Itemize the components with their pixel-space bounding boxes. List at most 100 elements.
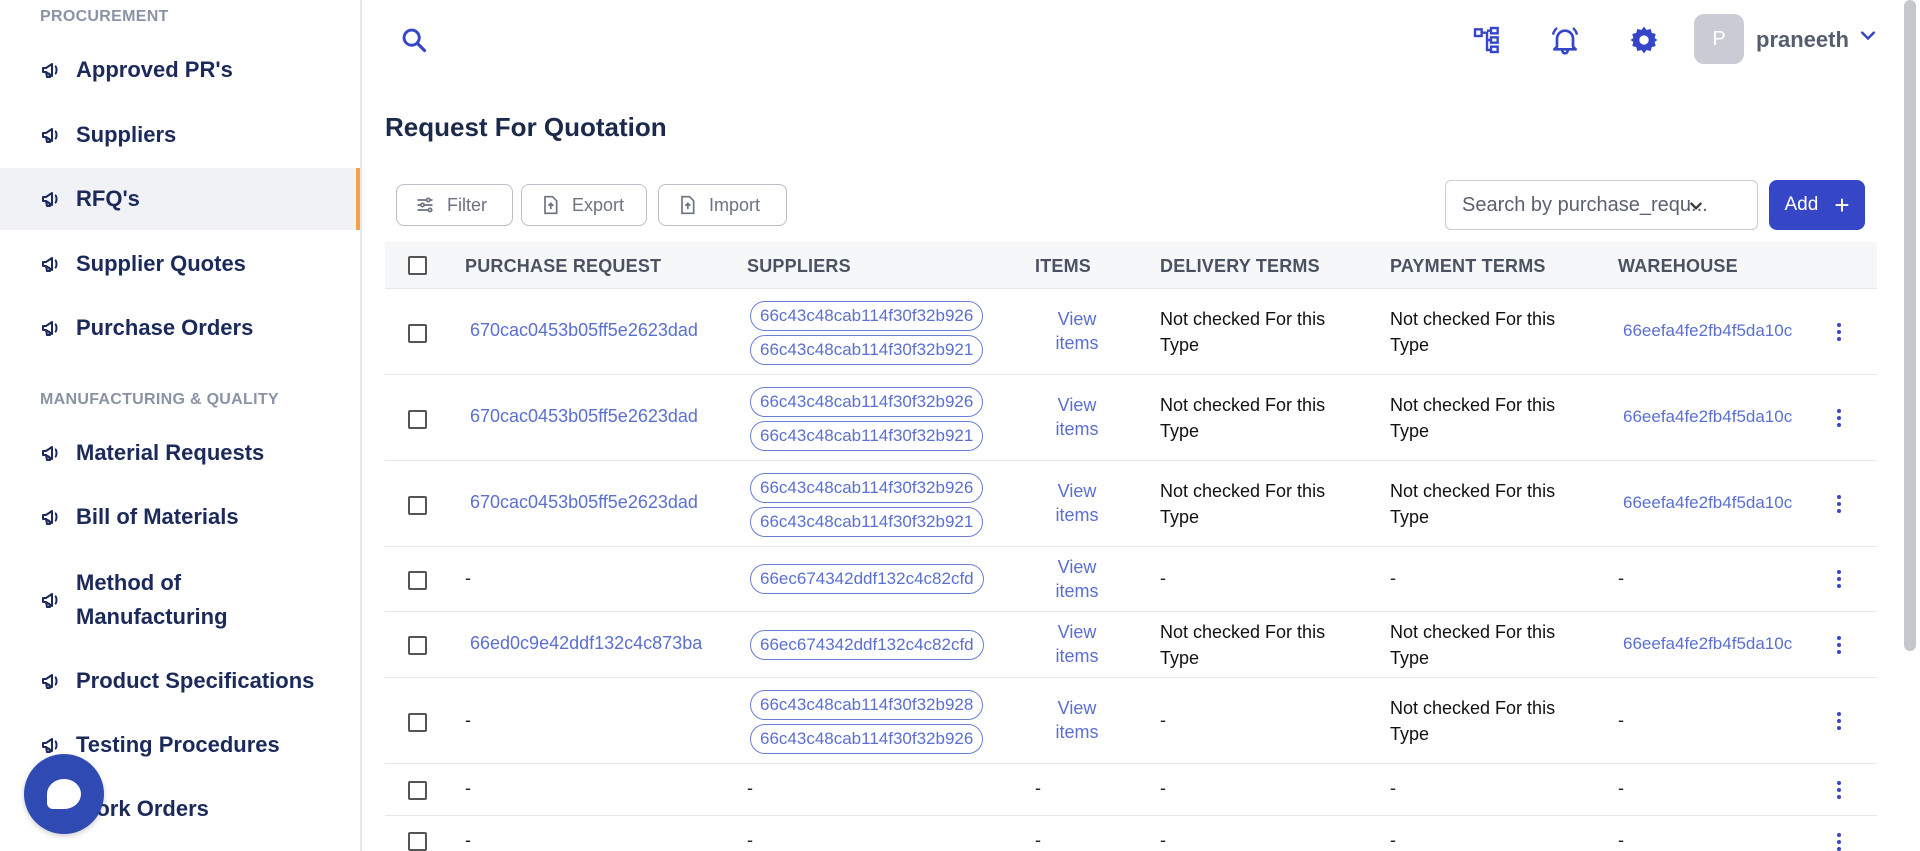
- sidebar-item-label: Supplier Quotes: [76, 251, 246, 276]
- import-label: Import: [709, 194, 761, 215]
- payment-terms: Not checked For this Type: [1390, 309, 1556, 355]
- page-title: Request For Quotation: [385, 112, 667, 142]
- kebab-icon[interactable]: [1829, 780, 1849, 800]
- payment-terms: Not checked For this Type: [1390, 481, 1556, 527]
- table-row[interactable]: 670cac0453b05ff5e2623dad 66c43c48cab114f…: [385, 461, 1877, 547]
- sidebar-item-method-of-manufacturing[interactable]: Method of Manufacturing: [0, 561, 360, 639]
- supplier-chip[interactable]: 66ec674342ddf132c4c82cfd: [750, 630, 984, 660]
- kebab-icon[interactable]: [1829, 322, 1849, 342]
- view-items-link[interactable]: View items: [1047, 307, 1107, 355]
- sidebar-item-label: Suppliers: [76, 122, 177, 147]
- header-warehouse: WAREHOUSE: [1618, 256, 1738, 276]
- megaphone-icon: [42, 257, 58, 272]
- add-label: Add: [1784, 194, 1819, 215]
- supplier-chip[interactable]: 66ec674342ddf132c4c82cfd: [750, 564, 984, 594]
- sidebar-item-purchase-orders[interactable]: Purchase Orders: [0, 297, 360, 359]
- chevron-down-icon: [1689, 202, 1703, 210]
- filter-icon: [417, 197, 433, 213]
- supplier-chip[interactable]: 66c43c48cab114f30f32b926: [750, 473, 984, 503]
- import-button[interactable]: Import: [658, 184, 787, 226]
- kebab-icon[interactable]: [1829, 569, 1849, 589]
- sidebar-item-product-specifications[interactable]: Product Specifications: [0, 650, 360, 712]
- row-checkbox[interactable]: [408, 636, 427, 655]
- view-items-link[interactable]: View items: [1047, 479, 1107, 527]
- table-row[interactable]: - - - - - -: [385, 816, 1877, 851]
- select-all-checkbox[interactable]: [408, 256, 427, 275]
- sidebar-item-label: Method of Manufacturing: [76, 570, 228, 629]
- table-row[interactable]: 670cac0453b05ff5e2623dad 66c43c48cab114f…: [385, 289, 1877, 375]
- search-select[interactable]: Search by purchase_requ...: [1445, 180, 1758, 230]
- view-items-link[interactable]: View items: [1047, 555, 1107, 603]
- table-row[interactable]: 66ed0c9e42ddf132c4c873ba 66ec674342ddf13…: [385, 612, 1877, 678]
- avatar[interactable]: P: [1694, 14, 1744, 64]
- filter-label: Filter: [447, 194, 487, 215]
- purchase-request-link[interactable]: 670cac0453b05ff5e2623dad: [470, 320, 698, 341]
- search-icon[interactable]: [400, 26, 428, 54]
- export-button[interactable]: Export: [521, 184, 647, 226]
- hierarchy-icon[interactable]: [1471, 24, 1503, 56]
- sidebar-item-material-requests[interactable]: Material Requests: [0, 422, 360, 484]
- gear-icon[interactable]: [1628, 24, 1660, 56]
- row-checkbox[interactable]: [408, 496, 427, 515]
- sidebar-item-label: Bill of Materials: [76, 504, 239, 529]
- supplier-chip[interactable]: 66c43c48cab114f30f32b921: [750, 335, 984, 365]
- sidebar-item-approved-prs[interactable]: Approved PR's: [0, 39, 360, 101]
- purchase-request-link[interactable]: 670cac0453b05ff5e2623dad: [470, 406, 698, 427]
- supplier-chip[interactable]: 66c43c48cab114f30f32b921: [750, 507, 984, 537]
- kebab-icon[interactable]: [1829, 494, 1849, 514]
- kebab-icon[interactable]: [1829, 635, 1849, 655]
- warehouse-link[interactable]: 66eefa4fe2fb4f5da10c: [1623, 493, 1801, 513]
- supplier-chip[interactable]: 66c43c48cab114f30f32b926: [750, 301, 984, 331]
- view-items-link[interactable]: View items: [1047, 696, 1107, 744]
- header-items: ITEMS: [1035, 256, 1092, 276]
- export-label: Export: [572, 194, 625, 215]
- filter-button[interactable]: Filter: [396, 184, 513, 226]
- sidebar-item-rfqs[interactable]: RFQ's: [0, 168, 360, 230]
- kebab-icon[interactable]: [1829, 408, 1849, 428]
- supplier-chip[interactable]: 66c43c48cab114f30f32b926: [750, 724, 984, 754]
- username[interactable]: praneeth: [1756, 27, 1849, 53]
- delivery-terms: -: [1160, 710, 1166, 730]
- sidebar-item-bill-of-materials[interactable]: Bill of Materials: [0, 486, 360, 548]
- bell-icon[interactable]: [1549, 24, 1581, 56]
- sidebar-item-label: Product Specifications: [76, 668, 315, 693]
- supplier-chip[interactable]: 66c43c48cab114f30f32b926: [750, 387, 984, 417]
- row-checkbox[interactable]: [408, 410, 427, 429]
- row-checkbox[interactable]: [408, 571, 427, 590]
- warehouse-link[interactable]: 66eefa4fe2fb4f5da10c: [1623, 321, 1801, 341]
- topbar: P praneeth: [364, 0, 1920, 80]
- supplier-chip[interactable]: 66c43c48cab114f30f32b921: [750, 421, 984, 451]
- megaphone-icon: [42, 192, 58, 207]
- kebab-icon[interactable]: [1829, 832, 1849, 851]
- row-checkbox[interactable]: [408, 324, 427, 343]
- table-row[interactable]: - 66ec674342ddf132c4c82cfd View items - -…: [385, 547, 1877, 612]
- view-items-link[interactable]: View items: [1047, 393, 1107, 441]
- row-checkbox[interactable]: [408, 832, 427, 851]
- warehouse-link[interactable]: 66eefa4fe2fb4f5da10c: [1623, 634, 1801, 654]
- supplier-chip[interactable]: 66c43c48cab114f30f32b928: [750, 690, 984, 720]
- delivery-terms: Not checked For this Type: [1160, 481, 1326, 527]
- kebab-icon[interactable]: [1829, 711, 1849, 731]
- section-title-manufacturing: MANUFACTURING & QUALITY: [40, 391, 279, 408]
- row-checkbox[interactable]: [408, 713, 427, 732]
- row-checkbox[interactable]: [408, 781, 427, 800]
- purchase-request-link[interactable]: 670cac0453b05ff5e2623dad: [470, 492, 698, 513]
- table-row[interactable]: - 66c43c48cab114f30f32b928 66c43c48cab11…: [385, 678, 1877, 764]
- header-suppliers: SUPPLIERS: [747, 256, 851, 276]
- chat-launcher-button[interactable]: [24, 754, 104, 834]
- table-row[interactable]: - - - - - -: [385, 764, 1877, 816]
- megaphone-icon: [42, 128, 58, 143]
- table-row[interactable]: 670cac0453b05ff5e2623dad 66c43c48cab114f…: [385, 375, 1877, 461]
- sidebar-item-supplier-quotes[interactable]: Supplier Quotes: [0, 233, 360, 295]
- chevron-down-icon[interactable]: [1858, 26, 1878, 46]
- sidebar-item-suppliers[interactable]: Suppliers: [0, 104, 360, 166]
- suppliers-value: -: [747, 830, 753, 850]
- page-scrollbar[interactable]: [1904, 0, 1916, 651]
- import-icon: [681, 195, 695, 215]
- purchase-request-link[interactable]: 66ed0c9e42ddf132c4c873ba: [470, 633, 702, 654]
- warehouse-link[interactable]: 66eefa4fe2fb4f5da10c: [1623, 407, 1801, 427]
- purchase-request-value: -: [465, 568, 471, 588]
- megaphone-icon: [42, 321, 58, 336]
- add-button[interactable]: Add +: [1769, 180, 1865, 230]
- view-items-link[interactable]: View items: [1047, 620, 1107, 668]
